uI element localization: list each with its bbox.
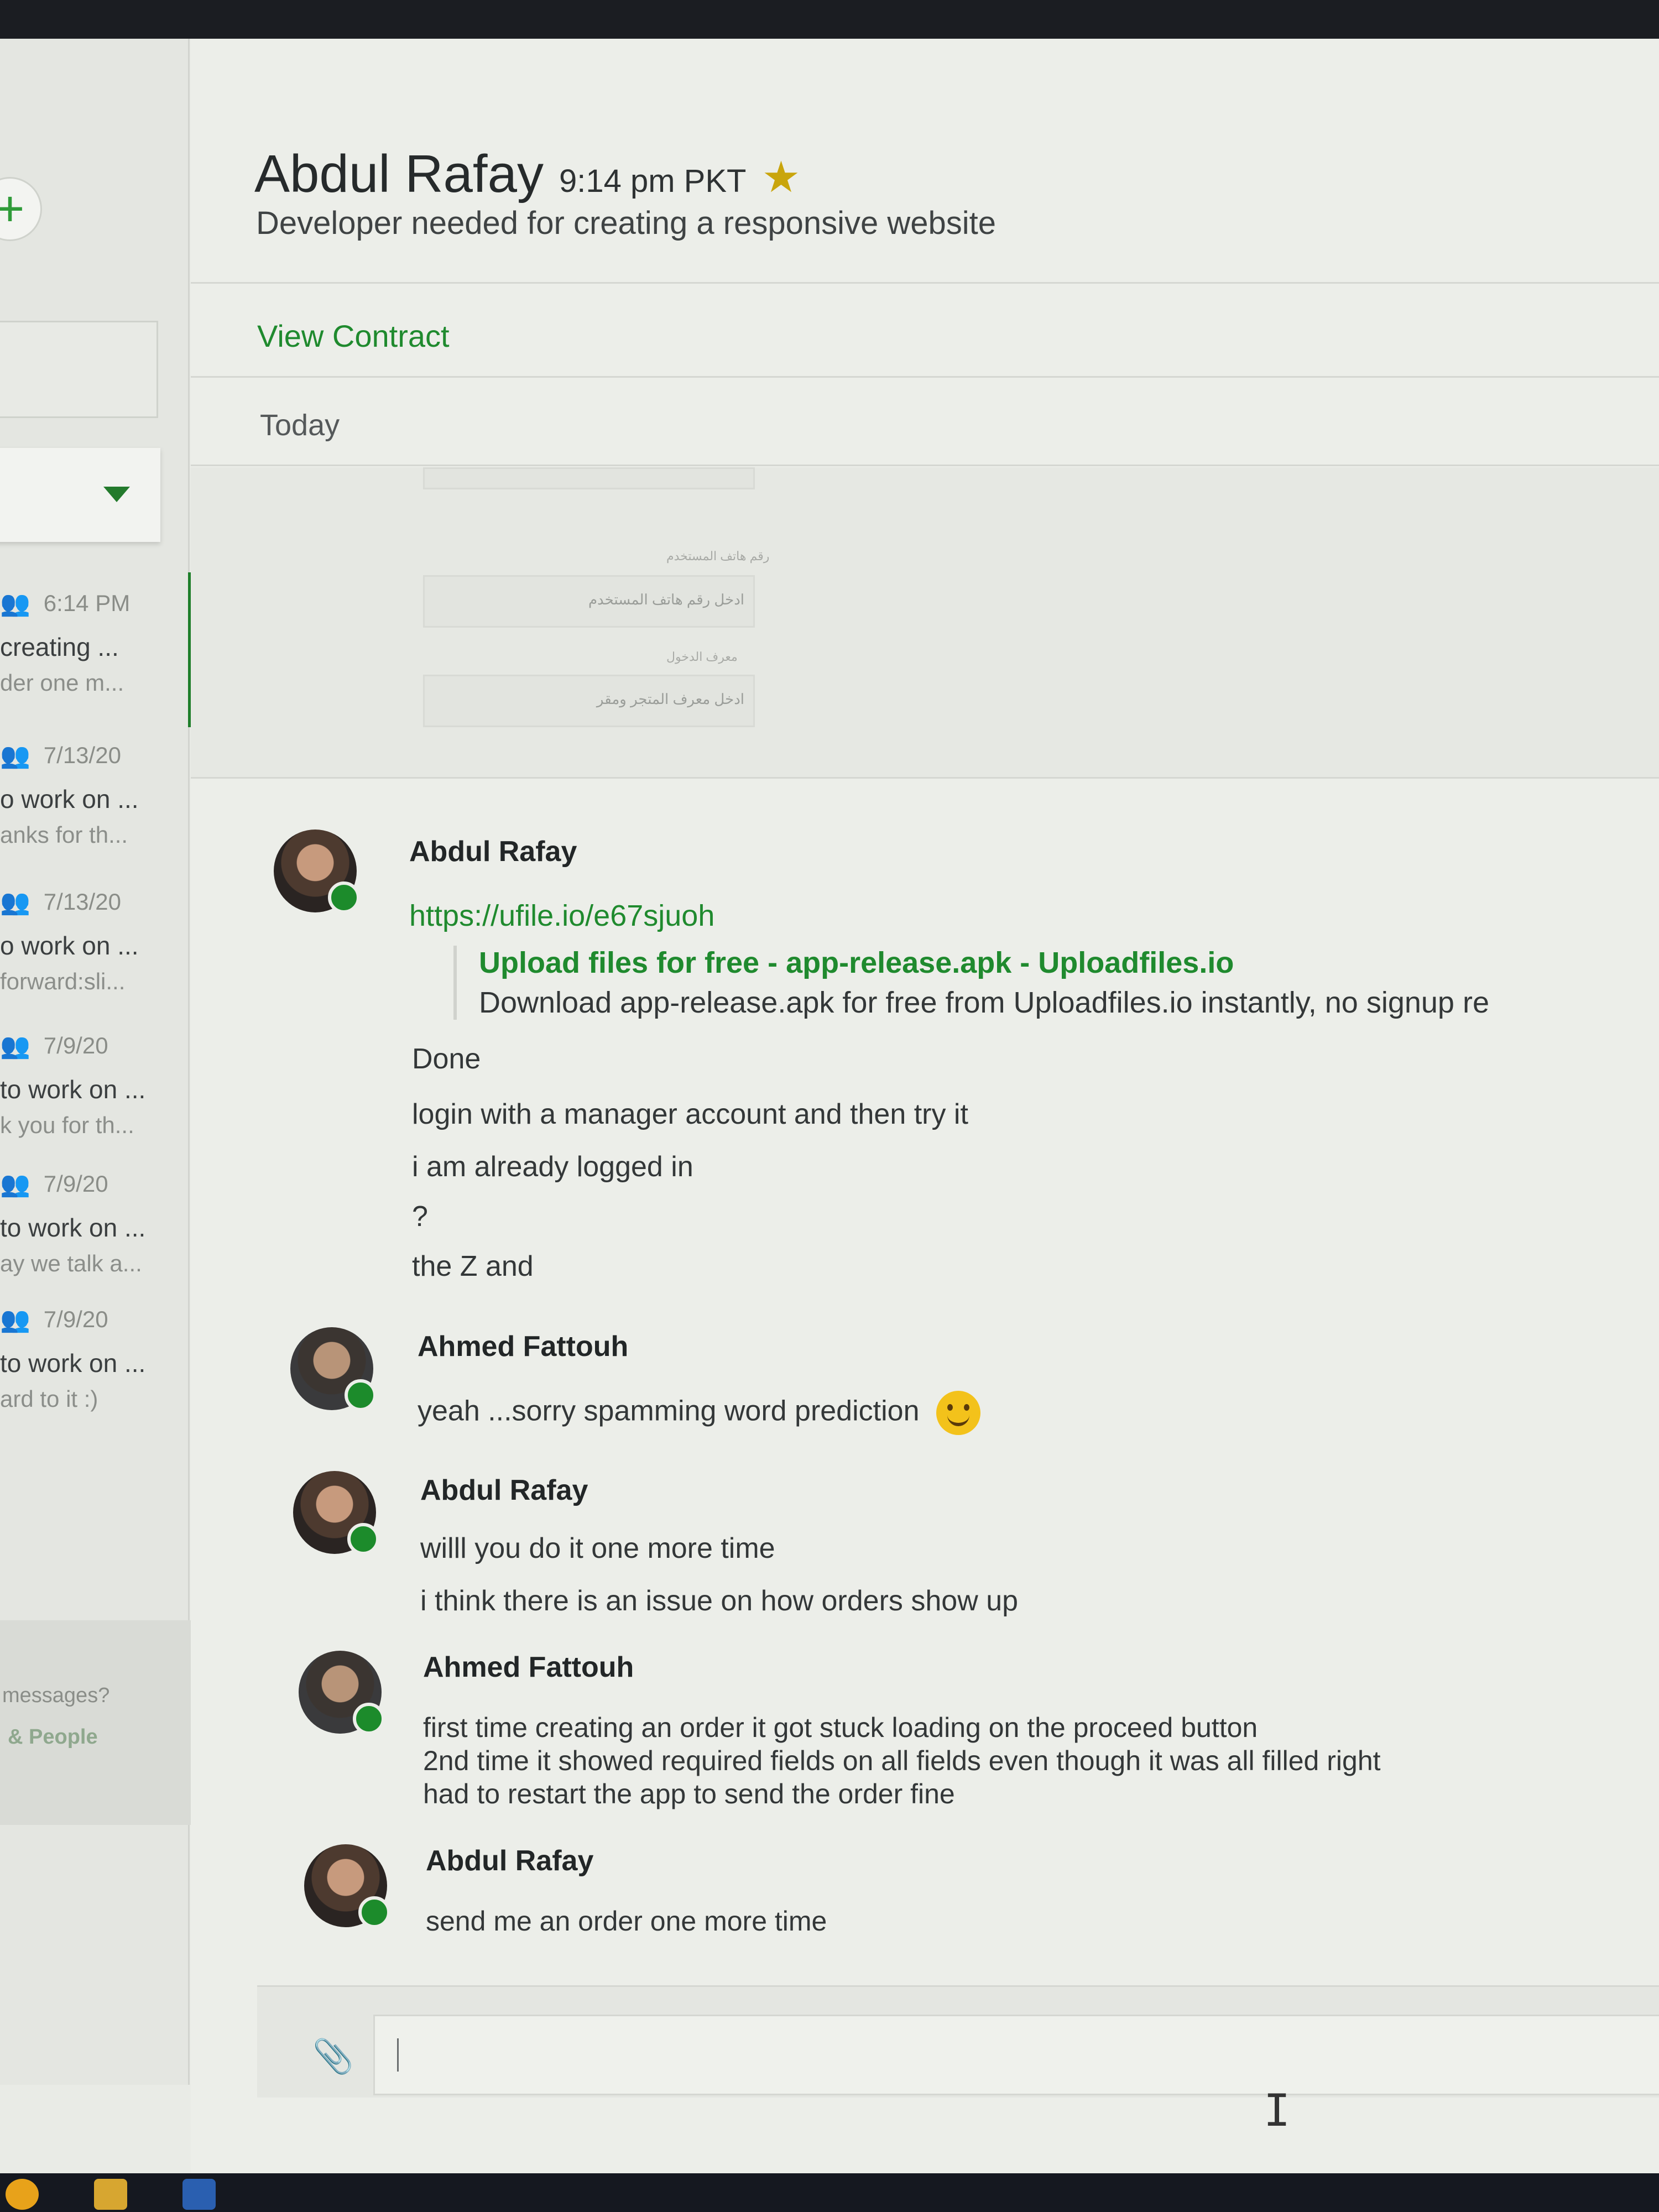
divider (191, 777, 1659, 779)
message-text: i am already logged in (412, 1151, 693, 1183)
room-snippet: anks for th... (0, 822, 128, 848)
message-link[interactable]: https://ufile.io/e67sjuoh (409, 899, 714, 933)
room-item[interactable]: 👥 7/9/20 to work on ... k you for th... (0, 1031, 177, 1139)
avatar[interactable] (274, 830, 360, 914)
sidebar-search[interactable] (0, 321, 158, 418)
divider (191, 465, 1659, 466)
message-composer: 📎 (257, 1985, 1659, 2098)
avatar[interactable] (293, 1471, 379, 1555)
contact-local-time: 9:14 pm PKT (559, 163, 747, 199)
room-time: 7/13/20 (43, 889, 121, 915)
people-icon: 👥 (0, 590, 30, 617)
paperclip-icon[interactable]: 📎 (312, 2037, 354, 2076)
room-time: 7/9/20 (43, 1032, 108, 1058)
message-text: willl you do it one more time (420, 1532, 775, 1564)
room-snippet: ay we talk a... (0, 1250, 142, 1276)
room-time: 7/13/20 (43, 742, 121, 768)
chat-pane: Abdul Rafay 9:14 pm PKT ★ Developer need… (191, 39, 1659, 2173)
room-title: to work on ... (0, 1213, 146, 1242)
message-text: i think there is an issue on how orders … (420, 1585, 1019, 1617)
room-snippet: der one m... (0, 670, 124, 696)
message-text: first time creating an order it got stuc… (423, 1712, 1258, 1743)
os-taskbar (0, 2173, 1659, 2212)
message-text: yeah ...sorry spamming word prediction (418, 1391, 980, 1435)
message-text: send me an order one more time (426, 1906, 827, 1937)
online-status-icon (358, 1896, 390, 1928)
view-contract-link[interactable]: View Contract (257, 318, 450, 354)
folder-icon[interactable] (94, 2179, 127, 2210)
screenshot-attachment: رقم هاتف المستخدم ادخل رقم هاتف المستخدم… (191, 467, 1659, 777)
room-snippet: ard to it :) (0, 1386, 98, 1412)
room-title: o work on ... (0, 785, 139, 813)
message-text: 2nd time it showed required fields on al… (423, 1745, 1381, 1776)
divider (191, 282, 1659, 284)
message-author: Abdul Rafay (409, 836, 577, 868)
rooms-sidebar: + 👥 6:14 PM creating ... der one m... 👥 7/… (0, 39, 210, 2085)
online-status-icon (353, 1703, 385, 1735)
form-label: رقم هاتف المستخدم (666, 549, 770, 563)
people-icon: 👥 (0, 1032, 30, 1060)
people-icon: 👥 (0, 889, 30, 916)
room-snippet: k you for th... (0, 1112, 134, 1138)
room-item[interactable]: 👥 7/13/20 o work on ... forward:sli... (0, 888, 177, 995)
chevron-down-icon (103, 487, 130, 502)
room-time: 7/9/20 (43, 1306, 108, 1332)
mouse-ibeam-cursor: I (1264, 2085, 1291, 2136)
divider (191, 376, 1659, 378)
app-icon[interactable] (182, 2179, 216, 2210)
link-preview-title[interactable]: Upload files for free - app-release.apk … (479, 946, 1489, 980)
footer-people-link[interactable]: & People (8, 1725, 98, 1749)
chat-header: Abdul Rafay 9:14 pm PKT ★ (254, 144, 800, 205)
avatar[interactable] (299, 1651, 385, 1735)
people-icon: 👥 (0, 742, 30, 769)
form-field (423, 467, 755, 489)
app-window: + 👥 6:14 PM creating ... der one m... 👥 7/… (0, 39, 1659, 2173)
message-text: ? (412, 1201, 428, 1233)
online-status-icon (345, 1379, 377, 1411)
room-title: to work on ... (0, 1075, 146, 1104)
message-author: Ahmed Fattouh (423, 1651, 634, 1683)
room-item[interactable]: 👥 6:14 PM creating ... der one m... (0, 589, 177, 696)
message-text: the Z and (412, 1250, 534, 1282)
message-text: login with a manager account and then tr… (412, 1098, 968, 1130)
room-snippet: forward:sli... (0, 968, 126, 994)
smiley-icon (936, 1391, 980, 1435)
star-icon[interactable]: ★ (761, 152, 800, 202)
link-preview-description: Download app-release.apk for free from U… (479, 986, 1489, 1019)
message-text-content: yeah ...sorry spamming word prediction (418, 1395, 920, 1427)
job-title: Developer needed for creating a responsi… (256, 205, 997, 241)
people-icon: 👥 (0, 1171, 30, 1198)
contact-name: Abdul Rafay (254, 144, 544, 204)
form-label: معرف الدخول (666, 650, 738, 664)
avatar[interactable] (290, 1327, 377, 1411)
text-cursor (397, 2038, 399, 2072)
room-item[interactable]: 👥 7/9/20 to work on ... ay we talk a... (0, 1170, 177, 1277)
room-title: creating ... (0, 633, 119, 661)
message-input[interactable] (373, 2015, 1659, 2095)
message-author: Abdul Rafay (426, 1845, 594, 1877)
room-time: 7/9/20 (43, 1171, 108, 1197)
online-status-icon (328, 881, 360, 914)
footer-question: messages? (2, 1684, 110, 1707)
message-text: Done (412, 1043, 481, 1075)
room-time: 6:14 PM (43, 590, 131, 616)
form-field: ادخل معرف المتجر ومقر (423, 675, 755, 727)
room-filter-dropdown[interactable] (0, 448, 160, 542)
people-icon: 👥 (0, 1306, 30, 1333)
new-room-button[interactable]: + (0, 177, 42, 241)
form-field: ادخل رقم هاتف المستخدم (423, 575, 755, 628)
online-status-icon (347, 1523, 379, 1555)
chrome-icon[interactable] (6, 2179, 39, 2210)
message-text: had to restart the app to send the order… (423, 1778, 955, 1809)
room-item[interactable]: 👥 7/13/20 o work on ... anks for th... (0, 741, 177, 848)
sidebar-footer: messages? & People (0, 1620, 210, 1825)
room-item[interactable]: 👥 7/9/20 to work on ... ard to it :) (0, 1305, 177, 1412)
link-preview[interactable]: Upload files for free - app-release.apk … (453, 946, 1489, 1020)
message-author: Abdul Rafay (420, 1474, 588, 1506)
date-divider: Today (260, 409, 340, 442)
message-author: Ahmed Fattouh (418, 1331, 629, 1363)
avatar[interactable] (304, 1844, 390, 1928)
room-title: to work on ... (0, 1349, 146, 1378)
room-title: o work on ... (0, 931, 139, 960)
